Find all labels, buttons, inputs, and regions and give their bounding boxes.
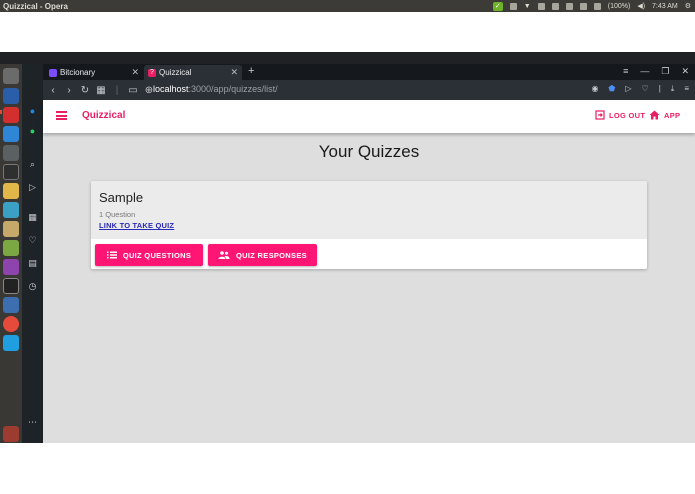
home-icon bbox=[649, 110, 660, 120]
quizzical-favicon: ? bbox=[148, 68, 156, 77]
app-label: APP bbox=[664, 110, 681, 120]
page-title: Your Quizzes bbox=[318, 142, 420, 161]
spacer-icon bbox=[3, 145, 19, 161]
people-icon bbox=[218, 251, 230, 259]
opera-sidebar: ● ● ⌕ ▷ ▦ ♡ ▤ ◷ ⋯ bbox=[22, 64, 43, 443]
dash-icon[interactable] bbox=[3, 68, 19, 84]
separator: | bbox=[658, 84, 661, 93]
trash-icon[interactable] bbox=[3, 426, 19, 442]
reload-icon[interactable]: ↻ bbox=[77, 85, 93, 96]
tab-menu-icon[interactable]: ≡ bbox=[623, 66, 628, 77]
take-quiz-link[interactable]: LINK TO TAKE QUIZ bbox=[99, 221, 174, 230]
app-launcher bbox=[0, 64, 22, 443]
separator: | bbox=[115, 84, 119, 96]
tab-label: Bitcionary bbox=[60, 68, 96, 77]
dropbox-icon[interactable] bbox=[579, 2, 587, 10]
skype-icon[interactable] bbox=[3, 335, 19, 351]
quiz-card: Sample 1 Question LINK TO TAKE QUIZ QUIZ… bbox=[91, 181, 647, 269]
camera-icon[interactable]: ◉ bbox=[591, 84, 598, 94]
menu-icon[interactable] bbox=[56, 111, 67, 120]
logout-icon bbox=[595, 110, 605, 120]
logout-button[interactable]: LOG OUT bbox=[595, 110, 645, 120]
desktop: ● ● ⌕ ▷ ▦ ♡ ▤ ◷ ⋯ Bitcionary ✕ ? Quizzic… bbox=[0, 52, 695, 443]
download-icon[interactable]: ⤓ bbox=[671, 84, 675, 94]
quiz-card-header: Sample 1 Question LINK TO TAKE QUIZ bbox=[91, 181, 647, 239]
wifi-icon[interactable]: ▼ bbox=[524, 3, 531, 10]
android-studio-icon[interactable] bbox=[3, 240, 19, 256]
app-store-icon[interactable] bbox=[3, 259, 19, 275]
url-path: :3000/app/quizzes/list/ bbox=[188, 84, 278, 94]
speed-dial-icon[interactable]: ▦ bbox=[27, 212, 38, 223]
tab-label: Quizzical bbox=[159, 68, 192, 77]
heart-icon[interactable]: ♡ bbox=[27, 235, 38, 246]
close-window-icon[interactable]: ✕ bbox=[681, 66, 689, 77]
terminal-icon[interactable] bbox=[3, 164, 19, 180]
tab-quizzical[interactable]: ? Quizzical ✕ bbox=[144, 65, 242, 80]
checkmark-icon[interactable]: ✓ bbox=[492, 1, 503, 11]
volume-icon[interactable]: ◀) bbox=[637, 2, 645, 10]
quiz-questions-button[interactable]: QUIZ QUESTIONS bbox=[95, 244, 203, 266]
close-icon[interactable]: ✕ bbox=[131, 67, 139, 78]
audio-icon[interactable] bbox=[3, 202, 19, 218]
quiz-questions-label: QUIZ QUESTIONS bbox=[122, 250, 192, 260]
url-field[interactable]: localhost:3000/app/quizzes/list/ bbox=[153, 84, 278, 94]
keyboard-icon[interactable] bbox=[509, 2, 517, 10]
language-icon[interactable] bbox=[537, 2, 545, 10]
notification-icon[interactable] bbox=[565, 2, 573, 10]
bluetooth-icon[interactable] bbox=[551, 2, 559, 10]
vpn-icon[interactable]: ▭ bbox=[125, 85, 141, 96]
web-page: Quizzical LOG OUT APP Your Quizzes Sampl… bbox=[43, 100, 695, 443]
more-icon[interactable]: ⋯ bbox=[27, 417, 38, 428]
list-icon bbox=[106, 251, 117, 259]
running-indicator bbox=[0, 110, 2, 114]
url-host: localhost bbox=[153, 84, 189, 94]
battery-icon[interactable] bbox=[593, 2, 601, 10]
question-count: 1 Question bbox=[99, 210, 136, 219]
chrome-icon[interactable] bbox=[3, 316, 19, 332]
news-icon[interactable]: ▤ bbox=[27, 258, 38, 269]
address-actions: ◉ ⬟ ▷ ♡ | ⤓ ≡ bbox=[591, 84, 689, 94]
tape-icon[interactable] bbox=[3, 221, 19, 237]
system-monitor-icon[interactable] bbox=[3, 278, 19, 294]
send-icon[interactable]: ▷ bbox=[625, 84, 631, 94]
os-top-panel: Quizzical - Opera ✓ ▼ (100%) ◀) 7:43 AM … bbox=[0, 0, 695, 12]
heart-icon[interactable]: ♡ bbox=[642, 84, 649, 94]
close-icon[interactable]: ✕ bbox=[230, 67, 238, 78]
app-header: Quizzical LOG OUT APP bbox=[43, 100, 695, 133]
brand-title[interactable]: Quizzical bbox=[82, 110, 125, 121]
bitcionary-favicon bbox=[49, 68, 57, 77]
speed-dial-icon[interactable]: ▦ bbox=[93, 85, 109, 96]
tab-bar: Bitcionary ✕ ? Quizzical ✕ + ≡ — ❐ ✕ bbox=[43, 64, 695, 80]
tab-bitcionary[interactable]: Bitcionary ✕ bbox=[45, 65, 143, 80]
system-tray: ✓ ▼ (100%) ◀) 7:43 AM ⚙ bbox=[492, 0, 691, 12]
send-icon[interactable]: ▷ bbox=[27, 182, 38, 193]
window-title: Quizzical - Opera bbox=[3, 1, 68, 11]
minimize-icon[interactable]: — bbox=[640, 66, 649, 77]
search-icon[interactable]: ⌕ bbox=[27, 159, 38, 170]
opera-icon[interactable] bbox=[3, 107, 19, 123]
forward-icon[interactable]: › bbox=[61, 85, 77, 96]
back-icon[interactable]: ‹ bbox=[45, 85, 61, 96]
address-bar: ‹ › ↻ ▦ | ▭ ⊕ localhost:3000/app/quizzes… bbox=[43, 80, 695, 100]
quiz-responses-button[interactable]: QUIZ RESPONSES bbox=[208, 244, 317, 266]
app-button[interactable]: APP bbox=[649, 110, 680, 120]
easy-setup-icon[interactable]: ≡ bbox=[684, 84, 689, 94]
shield-icon[interactable]: ⬟ bbox=[608, 84, 615, 94]
history-icon[interactable]: ◷ bbox=[27, 281, 38, 292]
settings-gear-icon[interactable]: ⚙ bbox=[685, 2, 691, 10]
quiz-responses-label: QUIZ RESPONSES bbox=[236, 250, 307, 260]
ubuntu-icon[interactable] bbox=[3, 88, 19, 104]
logout-label: LOG OUT bbox=[609, 110, 646, 120]
clock[interactable]: 7:43 AM bbox=[652, 3, 678, 10]
whatsapp-icon[interactable]: ● bbox=[27, 126, 38, 137]
quiz-title: Sample bbox=[99, 190, 144, 205]
messenger-icon[interactable]: ● bbox=[27, 106, 38, 117]
new-tab-icon[interactable]: + bbox=[248, 65, 254, 77]
files-icon[interactable] bbox=[3, 183, 19, 199]
battery-level: (100%) bbox=[607, 2, 631, 10]
restore-icon[interactable]: ❐ bbox=[661, 66, 669, 77]
vscode-icon[interactable] bbox=[3, 126, 19, 142]
window-controls: ≡ — ❐ ✕ bbox=[623, 66, 689, 77]
window-icon[interactable] bbox=[3, 297, 19, 313]
